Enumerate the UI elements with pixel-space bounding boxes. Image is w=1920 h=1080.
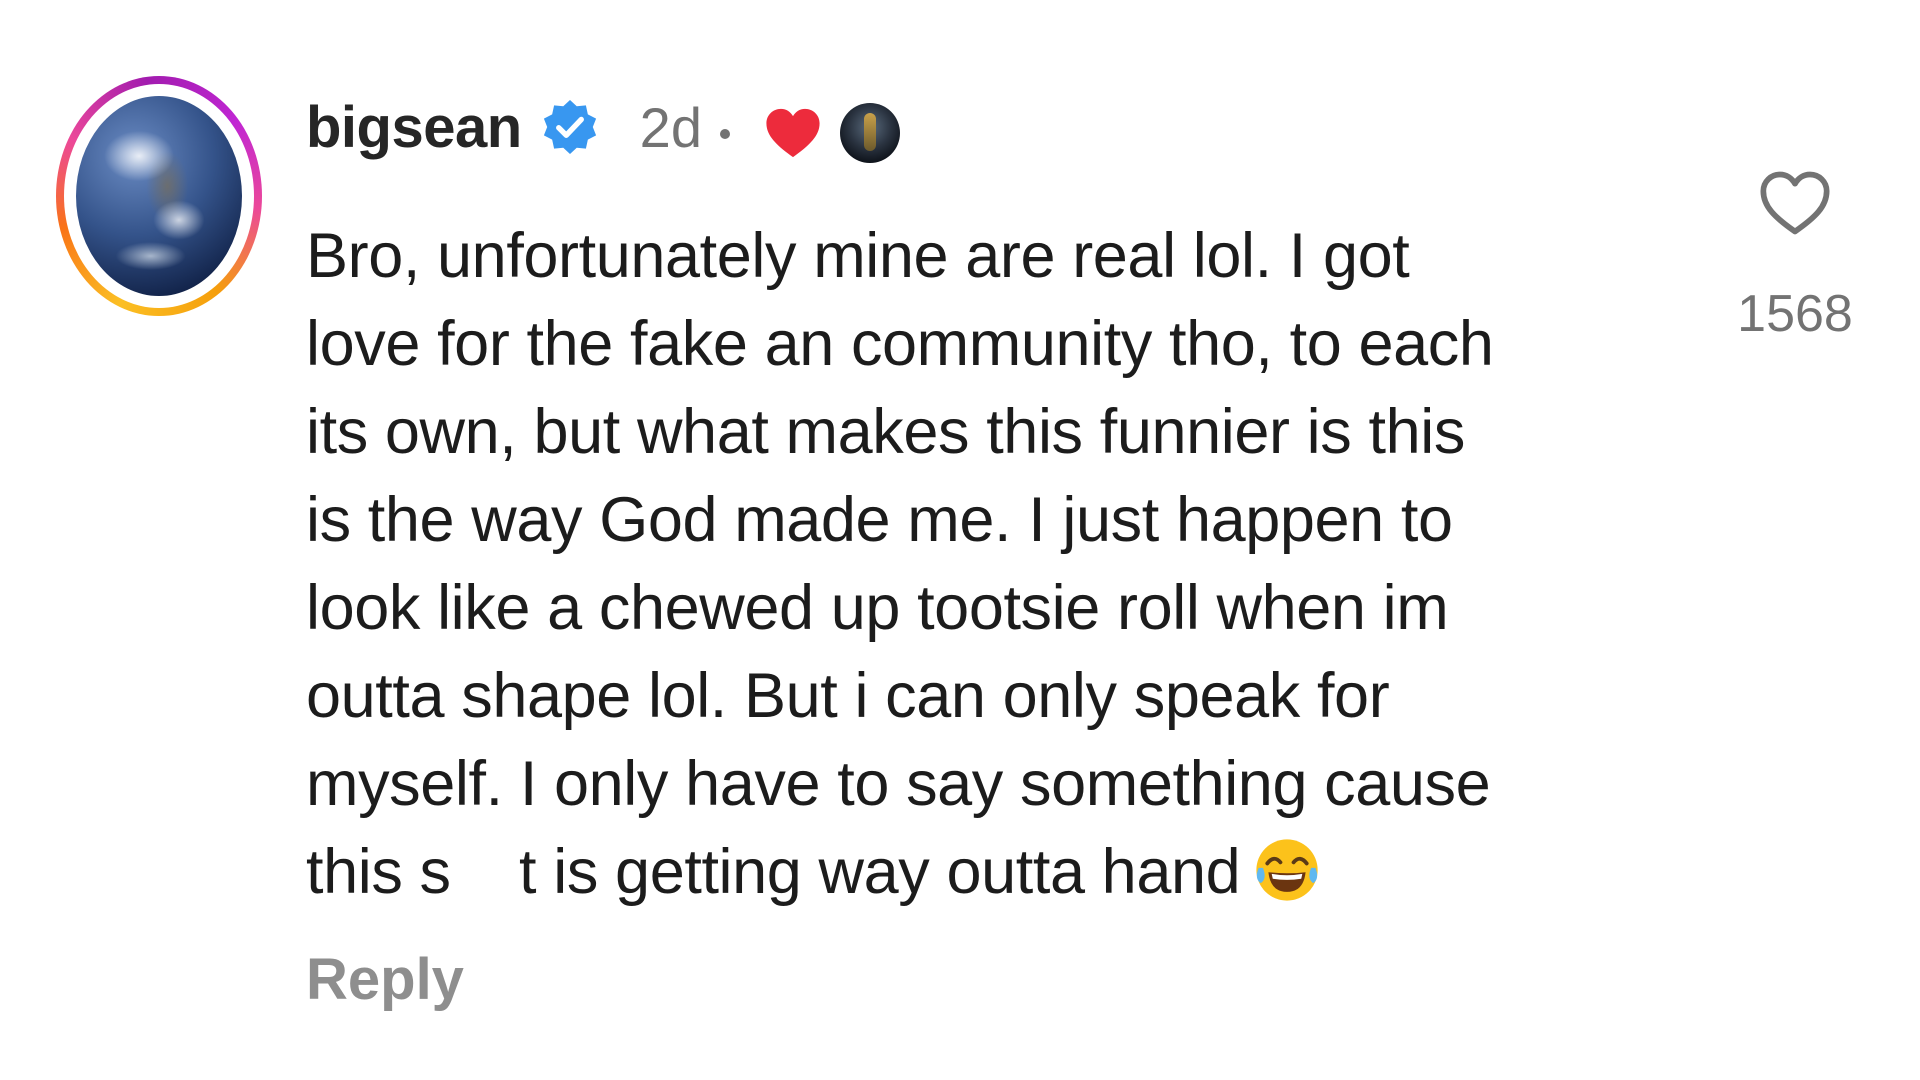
separator-dot [719,129,730,139]
avatar[interactable] [76,96,242,296]
avatar-story-ring[interactable] [56,76,262,316]
comment-text-line: myself. I only have to say something cau… [306,749,1491,819]
comment-header: bigsean 2d [306,92,900,163]
face-with-tears-of-joy-icon [1256,839,1318,901]
comment-text-line: is the way God made me. I just happen to [306,485,1453,555]
comment-text-line: outta shape lol. But i can only speak fo… [306,661,1390,731]
comment-timestamp: 2d [639,95,702,159]
comment-text-line: love for the fake an community tho, to e… [306,309,1494,379]
comment-item: bigsean 2d Bro, unfortunately mine are r… [0,0,1920,1080]
comment-text-line: Bro, unfortunately mine are real lol. I … [306,221,1410,291]
reply-button[interactable]: Reply [306,946,464,1013]
like-column: 1568 [1720,168,1870,344]
like-count: 1568 [1737,285,1853,343]
comment-text-line: its own, but what makes this funnier is … [306,397,1465,467]
comment-text: Bro, unfortunately mine are real lol. I … [306,212,1646,916]
creator-avatar [839,103,900,163]
comment-text-last-line: this s t is getting way outta hand [306,828,1646,916]
heart-icon [766,108,820,158]
avatar-frame [64,84,254,308]
username[interactable]: bigsean [306,94,522,161]
verified-badge-icon [543,100,596,154]
heart-outline-icon[interactable] [1757,168,1833,238]
comment-text-line: look like a chewed up tootsie roll when … [306,573,1449,643]
comment-text-line: this s t is getting way outta hand [306,837,1241,907]
